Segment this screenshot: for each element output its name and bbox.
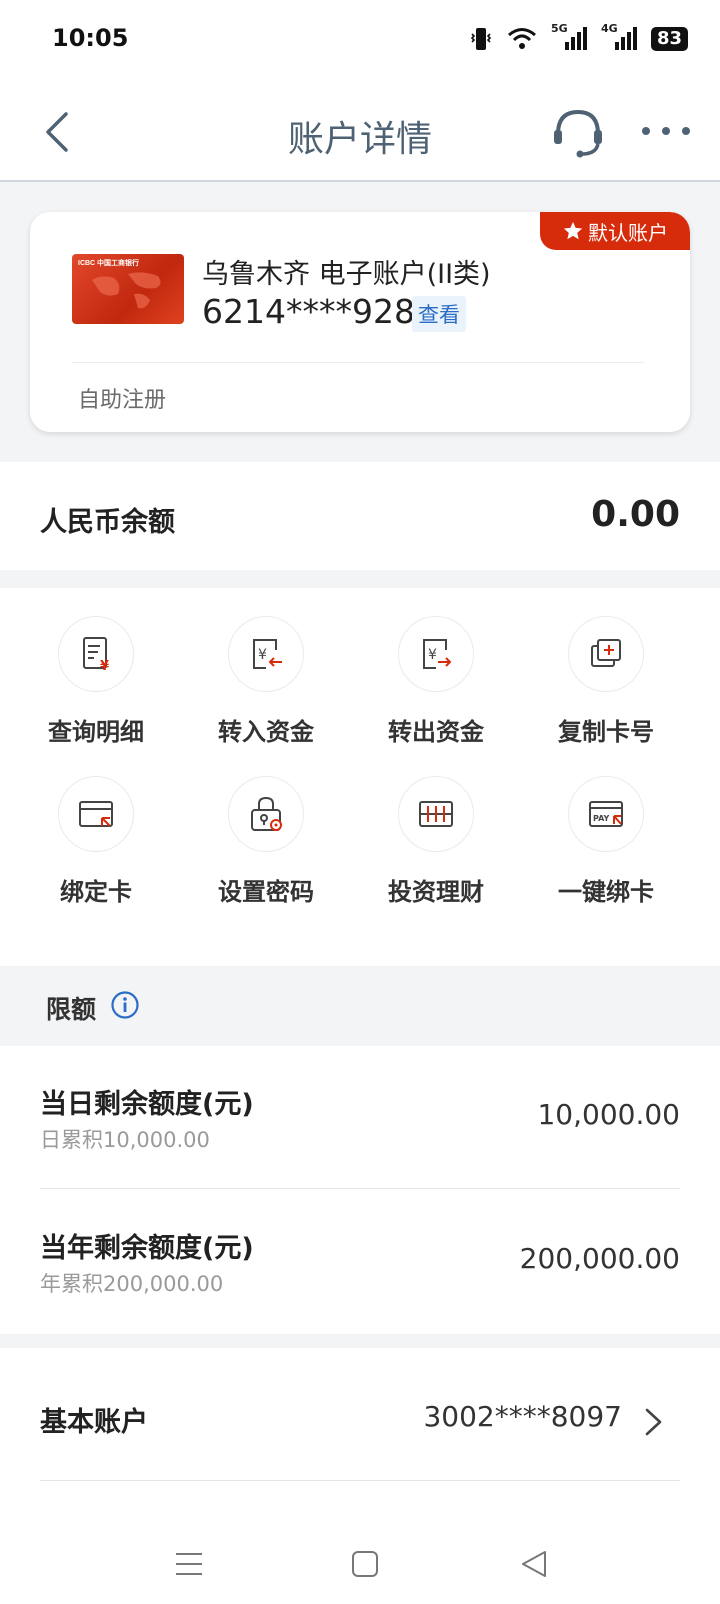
page-title: 账户详情 bbox=[287, 119, 432, 160]
action-query-details[interactable]: ¥ 查询明细 bbox=[6, 616, 186, 766]
svg-text:¥: ¥ bbox=[100, 659, 109, 674]
action-label: 设置密码 bbox=[218, 878, 314, 906]
card-divider bbox=[72, 362, 644, 363]
action-bind-card[interactable]: 绑定卡 bbox=[6, 776, 186, 926]
action-label: 绑定卡 bbox=[60, 878, 132, 906]
battery-indicator: 83 bbox=[650, 27, 688, 51]
limit-subtitle: 年累积200,000.00 bbox=[40, 1272, 224, 1296]
basic-divider bbox=[40, 1480, 680, 1481]
home-icon[interactable] bbox=[345, 1544, 385, 1584]
limits-list: 当日剩余额度(元) 日累积10,000.00 10,000.00 当年剩余额度(… bbox=[0, 1046, 720, 1334]
menu-icon[interactable] bbox=[170, 1544, 210, 1584]
action-label: 一键绑卡 bbox=[558, 878, 654, 906]
balance-value: 0.00 bbox=[591, 494, 680, 535]
action-label: 投资理财 bbox=[388, 878, 484, 906]
daily-limit-row: 当日剩余额度(元) 日累积10,000.00 10,000.00 bbox=[0, 1046, 720, 1190]
action-label: 转出资金 bbox=[388, 718, 484, 746]
yearly-limit-row: 当年剩余额度(元) 年累积200,000.00 200,000.00 bbox=[0, 1190, 720, 1334]
action-label: 转入资金 bbox=[218, 718, 314, 746]
star-icon bbox=[563, 221, 583, 240]
view-number-button[interactable]: 查看 bbox=[412, 296, 466, 332]
limit-title: 当日剩余额度(元) bbox=[40, 1089, 254, 1120]
balance-section: 人民币余额 0.00 bbox=[0, 462, 720, 570]
vibrate-icon bbox=[470, 28, 492, 50]
copy-card-icon bbox=[568, 616, 644, 692]
limit-value: 200,000.00 bbox=[519, 1242, 680, 1275]
bank-card-logo-text: ICBC 中国工商银行 bbox=[78, 260, 140, 267]
wifi-icon bbox=[507, 28, 536, 49]
action-set-password[interactable]: 设置密码 bbox=[176, 776, 356, 926]
svg-text:¥: ¥ bbox=[258, 647, 267, 663]
bind-card-icon bbox=[58, 776, 134, 852]
balance-label: 人民币余额 bbox=[40, 507, 175, 538]
action-transfer-out[interactable]: ¥ 转出资金 bbox=[346, 616, 526, 766]
action-copy-card-number[interactable]: 复制卡号 bbox=[516, 616, 696, 766]
headset-icon[interactable] bbox=[548, 102, 608, 162]
action-one-click-bind[interactable]: PAY 一键绑卡 bbox=[516, 776, 696, 926]
basic-account-label: 基本账户 bbox=[40, 1407, 148, 1438]
system-nav-bar bbox=[0, 1530, 720, 1604]
status-icons: 5G 4G 83 bbox=[469, 22, 688, 52]
bank-card-image: ICBC 中国工商银行 bbox=[72, 254, 184, 324]
status-time: 10:05 bbox=[52, 24, 129, 52]
account-name: 乌鲁木齐 电子账户(II类) bbox=[202, 259, 491, 290]
default-account-badge: 默认账户 bbox=[540, 212, 690, 250]
transfer-in-icon: ¥ bbox=[228, 616, 304, 692]
default-badge-label: 默认账户 bbox=[588, 220, 668, 245]
more-dots-icon[interactable] bbox=[638, 116, 694, 146]
pay-card-icon: PAY bbox=[568, 776, 644, 852]
limit-title: 当年剩余额度(元) bbox=[40, 1233, 254, 1264]
transfer-out-icon: ¥ bbox=[398, 616, 474, 692]
limit-divider bbox=[40, 1188, 680, 1189]
limits-title: 限额 bbox=[46, 995, 97, 1024]
limits-header: 限额 bbox=[0, 966, 720, 1046]
svg-text:¥: ¥ bbox=[428, 647, 437, 663]
svg-text:PAY: PAY bbox=[593, 814, 610, 823]
status-bar: 10:05 5G 4G 83 bbox=[0, 0, 720, 84]
action-transfer-in[interactable]: ¥ 转入资金 bbox=[176, 616, 356, 766]
lock-settings-icon bbox=[228, 776, 304, 852]
limit-value: 10,000.00 bbox=[537, 1098, 680, 1131]
action-investment[interactable]: 投资理财 bbox=[346, 776, 526, 926]
registration-note: 自助注册 bbox=[78, 388, 167, 413]
chevron-right-icon bbox=[645, 1408, 662, 1436]
statement-icon: ¥ bbox=[58, 616, 134, 692]
basic-account-number: 3002****8097 bbox=[423, 1400, 622, 1433]
action-label: 查询明细 bbox=[48, 718, 144, 746]
back-triangle-icon[interactable] bbox=[515, 1544, 555, 1584]
action-label: 复制卡号 bbox=[558, 718, 654, 746]
account-number: 6214****9283 bbox=[202, 292, 436, 331]
signal-4g-icon: 4G bbox=[601, 22, 637, 52]
basic-account-row[interactable]: 基本账户 3002****8097 bbox=[0, 1348, 720, 1480]
account-card[interactable]: 默认账户 ICBC 中国工商银行 乌鲁木齐 电子账户(II类) 6214****… bbox=[30, 212, 690, 432]
abacus-icon bbox=[398, 776, 474, 852]
signal-5g-icon: 5G bbox=[551, 22, 587, 52]
info-icon[interactable] bbox=[110, 990, 140, 1020]
limit-subtitle: 日累积10,000.00 bbox=[40, 1128, 210, 1152]
action-grid: ¥ 查询明细 ¥ 转入资金 ¥ 转出资金 复制卡号 绑定卡 设置密码 投资理财 … bbox=[0, 588, 720, 966]
nav-bar: 账户详情 bbox=[0, 84, 720, 182]
